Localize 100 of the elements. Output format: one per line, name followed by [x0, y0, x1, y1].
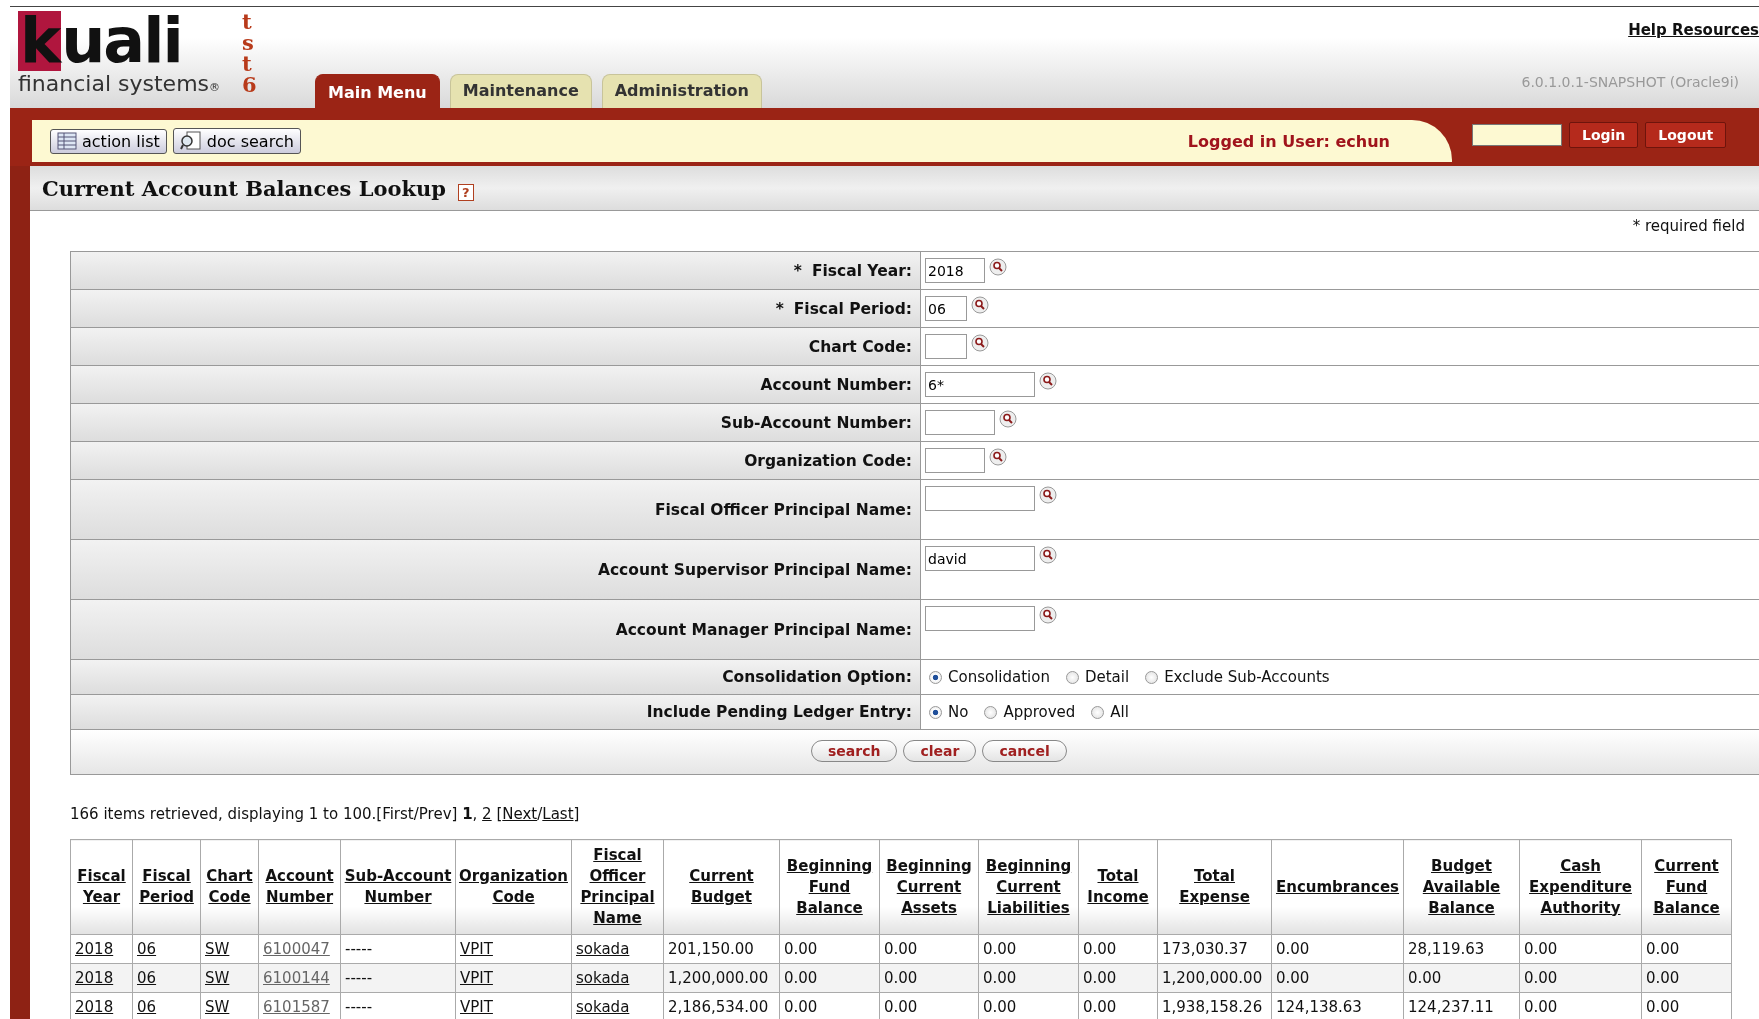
table-cell: 0.00	[784, 940, 818, 958]
table-cell: -----	[345, 940, 373, 958]
table-cell: 28,119.63	[1408, 940, 1485, 958]
field-label: Account Manager Principal Name:	[615, 620, 912, 639]
table-cell: 0.00	[784, 998, 818, 1016]
table-cell: 0.00	[884, 998, 918, 1016]
nav-tab[interactable]: Main Menu	[315, 74, 440, 108]
input-field[interactable]: 6*	[925, 372, 1035, 397]
column-header[interactable]: Sub-Account Number	[340, 839, 456, 935]
radio-button[interactable]	[984, 705, 998, 719]
column-header[interactable]: Total Expense	[1157, 839, 1272, 935]
table-cell: 0.00	[983, 969, 1017, 987]
clear-button[interactable]: clear	[903, 740, 977, 762]
table-cell: 0.00	[1083, 969, 1117, 987]
search-icon[interactable]	[999, 410, 1017, 428]
radio-button[interactable]	[929, 705, 942, 719]
required-asterisk: *	[793, 261, 802, 280]
table-cell: 1,200,000.00	[1162, 969, 1263, 987]
column-header[interactable]: Beginning Current Assets	[879, 839, 979, 935]
cell-link[interactable]: VPIT	[460, 998, 493, 1016]
column-header[interactable]: Total Income	[1078, 839, 1158, 935]
cell-link[interactable]: 06	[137, 940, 157, 958]
input-field[interactable]: 06	[925, 296, 967, 321]
column-header[interactable]: Fiscal Period	[132, 839, 201, 935]
column-header[interactable]: Current Budget	[663, 839, 780, 935]
column-header[interactable]: Account Number	[258, 839, 341, 935]
cell-link[interactable]: VPIT	[460, 940, 493, 958]
cell-link[interactable]: 06	[137, 998, 157, 1016]
field-label: Account Supervisor Principal Name:	[597, 560, 912, 579]
input-field[interactable]: 2018	[925, 258, 985, 283]
search-button[interactable]: search	[811, 740, 898, 762]
input-field[interactable]	[925, 448, 985, 473]
table-cell: 0.00	[1276, 969, 1310, 987]
search-icon[interactable]	[1039, 372, 1057, 390]
field-label: Fiscal Period:	[793, 299, 912, 318]
help-resources-link[interactable]: Help Resources	[1628, 21, 1759, 39]
table-cell: 0.00	[1646, 998, 1680, 1016]
column-header[interactable]: Encumbrances	[1271, 839, 1404, 935]
search-icon[interactable]	[989, 448, 1007, 466]
field-label: Fiscal Officer Principal Name:	[654, 500, 912, 519]
column-header[interactable]: Fiscal Year	[70, 839, 133, 935]
cell-link[interactable]: 06	[137, 969, 157, 987]
search-icon[interactable]	[989, 258, 1007, 276]
field-label: Consolidation Option:	[722, 668, 912, 686]
radio-label: Detail	[1084, 668, 1130, 686]
table-cell: 0.00	[983, 998, 1017, 1016]
table-cell: 2,186,534.00	[668, 998, 769, 1016]
search-icon[interactable]	[1039, 486, 1057, 504]
input-field[interactable]	[925, 606, 1035, 631]
logout-button[interactable]: Logout	[1645, 122, 1727, 148]
radio-button[interactable]	[1145, 670, 1159, 684]
doc-search-button[interactable]: doc search	[172, 128, 301, 154]
login-field[interactable]	[1472, 124, 1562, 146]
version-label: 6.0.1.0.1-SNAPSHOT (Oracle9i)	[1521, 74, 1739, 90]
radio-button[interactable]	[929, 670, 942, 684]
column-header[interactable]: Beginning Fund Balance	[779, 839, 880, 935]
next-link[interactable]: Next	[502, 805, 538, 823]
column-header[interactable]: Fiscal Officer Principal Name	[571, 839, 664, 935]
page-link[interactable]: 2	[482, 805, 492, 823]
radio-button[interactable]	[1091, 705, 1105, 719]
table-icon	[57, 132, 77, 150]
action-list-button[interactable]: action list	[50, 128, 167, 154]
login-button[interactable]: Login	[1569, 122, 1639, 148]
input-field[interactable]	[925, 410, 995, 435]
column-header[interactable]: Current Fund Balance	[1641, 839, 1732, 935]
column-header[interactable]: Cash Expenditure Authority	[1519, 839, 1642, 935]
input-field[interactable]: david	[925, 546, 1035, 571]
radio-button[interactable]	[1065, 670, 1079, 684]
cancel-button[interactable]: cancel	[982, 740, 1067, 762]
last-link[interactable]: Last	[542, 805, 574, 823]
table-cell: 124,138.63	[1276, 998, 1362, 1016]
column-header[interactable]: Chart Code	[200, 839, 259, 935]
table-cell: 0.00	[983, 940, 1017, 958]
table-cell: 0.00	[884, 940, 918, 958]
table-cell: 1,200,000.00	[668, 969, 769, 987]
table-cell: 0.00	[1524, 969, 1558, 987]
column-header[interactable]: Organization Code	[455, 839, 572, 935]
field-label: Sub-Account Number:	[720, 413, 912, 432]
radio-label: No	[948, 703, 969, 721]
table-cell: -----	[345, 998, 373, 1016]
input-field[interactable]	[925, 486, 1035, 511]
cell-link[interactable]: VPIT	[460, 969, 493, 987]
table-cell: 0.00	[784, 969, 818, 987]
required-field-note: * required field	[1631, 216, 1746, 237]
table-cell: 201,150.00	[668, 940, 754, 958]
nav-tab[interactable]: Administration	[601, 74, 762, 108]
search-icon[interactable]	[971, 296, 989, 314]
help-icon[interactable]: ?	[457, 183, 474, 201]
search-icon[interactable]	[1039, 606, 1057, 624]
search-icon[interactable]	[1039, 546, 1057, 564]
field-label: Account Number:	[760, 375, 912, 394]
table-cell: 124,237.11	[1408, 998, 1494, 1016]
input-field[interactable]	[925, 334, 967, 359]
column-header[interactable]: Budget Available Balance	[1403, 839, 1520, 935]
page-title: Current Account Balances Lookup	[42, 175, 446, 201]
search-icon[interactable]	[971, 334, 989, 352]
nav-tab[interactable]: Maintenance	[449, 74, 592, 108]
results-summary: 166 items retrieved, displaying 1 to 100.[First/Prev] 1, 2 [Next/Last]	[70, 805, 581, 823]
column-header[interactable]: Beginning Current Liabilities	[978, 839, 1079, 935]
logo-wordmark: kuali	[18, 11, 182, 71]
